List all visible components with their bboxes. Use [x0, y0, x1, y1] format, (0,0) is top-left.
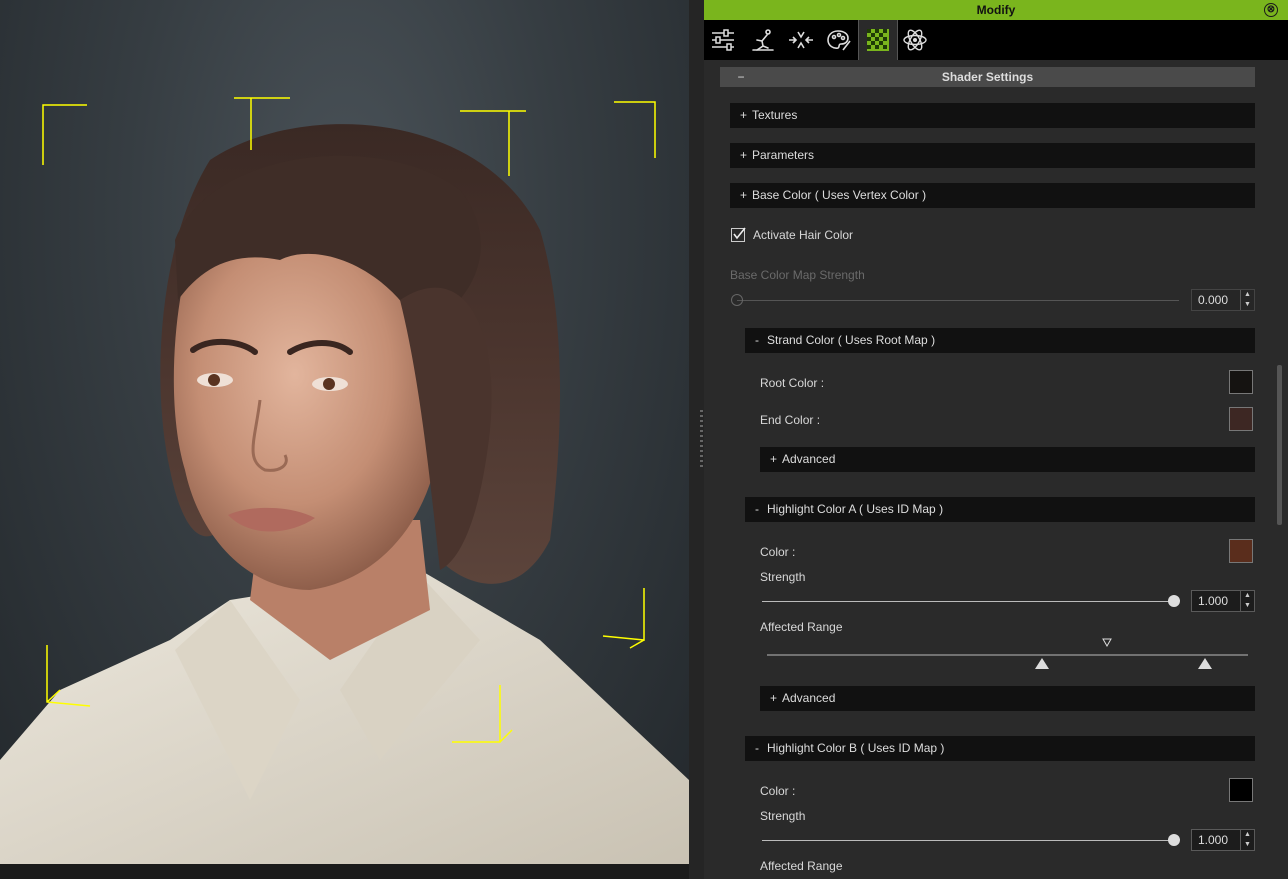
- end-color-swatch[interactable]: [1229, 407, 1253, 431]
- highlight-color-b-section[interactable]: - Highlight Color B ( Uses ID Map ): [745, 736, 1255, 761]
- base-color-section[interactable]: + Base Color ( Uses Vertex Color ): [730, 183, 1255, 208]
- highlight-b-color-swatch[interactable]: [1229, 778, 1253, 802]
- expand-icon: +: [740, 108, 748, 122]
- highlight-b-strength-track[interactable]: [762, 840, 1174, 841]
- strand-color-label: Strand Color ( Uses Root Map ): [767, 333, 936, 347]
- viewport-bottom-bar: [0, 864, 704, 879]
- highlight-b-label: Highlight Color B ( Uses ID Map ): [767, 741, 945, 755]
- base-color-label: Base Color ( Uses Vertex Color ): [752, 188, 927, 202]
- highlight-color-a-section[interactable]: - Highlight Color A ( Uses ID Map ): [745, 497, 1255, 522]
- base-color-map-strength-knob[interactable]: [731, 294, 743, 306]
- strand-advanced-section[interactable]: + Advanced: [760, 447, 1255, 472]
- highlight-a-color-label: Color :: [760, 545, 796, 559]
- range-midpoint-handle: [1102, 638, 1112, 648]
- highlight-a-label: Highlight Color A ( Uses ID Map ): [767, 502, 944, 516]
- shader-settings-title: Shader Settings: [941, 70, 1034, 84]
- expand-icon: +: [770, 452, 778, 466]
- physics-atom-icon[interactable]: [896, 20, 934, 60]
- highlight-b-color-label: Color :: [760, 784, 796, 798]
- highlight-a-strength-track[interactable]: [762, 601, 1174, 602]
- range-min-handle: [1035, 658, 1049, 669]
- parameters-section[interactable]: + Parameters: [730, 143, 1255, 168]
- highlight-b-strength-field[interactable]: 1.000 ▲ ▼: [1191, 829, 1255, 851]
- root-color-swatch[interactable]: [1229, 370, 1253, 394]
- expand-icon: +: [740, 148, 748, 162]
- strand-color-section[interactable]: - Strand Color ( Uses Root Map ): [745, 328, 1255, 353]
- range-max-handle: [1198, 658, 1212, 669]
- root-color-label: Root Color :: [760, 376, 825, 390]
- spin-arrows-icon[interactable]: ▲ ▼: [1240, 290, 1254, 310]
- panel-scrollbar[interactable]: [1277, 365, 1282, 525]
- textures-section[interactable]: + Textures: [730, 103, 1255, 128]
- expand-icon: +: [740, 188, 748, 202]
- end-color-label: End Color :: [760, 413, 821, 427]
- panel-content: − Shader Settings + Textures + Parameters …: [704, 60, 1288, 879]
- modify-panel: Modify ⊗ − Shader Settings + Textures + …: [704, 0, 1288, 879]
- textures-label: Textures: [752, 108, 798, 122]
- activate-hair-color-label: Activate Hair Color: [753, 228, 854, 242]
- base-color-map-strength-value: 0.000: [1198, 293, 1229, 307]
- splitter-grip[interactable]: [700, 410, 703, 470]
- sliders-icon[interactable]: [704, 20, 742, 60]
- collapse-icon: -: [755, 333, 759, 347]
- base-color-map-strength-track[interactable]: [737, 300, 1179, 301]
- highlight-b-strength-knob[interactable]: [1168, 834, 1180, 846]
- highlight-a-strength-label: Strength: [760, 570, 806, 584]
- spin-arrows-icon[interactable]: ▲ ▼: [1240, 591, 1254, 611]
- expand-icon: +: [770, 691, 778, 705]
- panel-title-text: Modify: [976, 3, 1016, 17]
- highlight-b-affected-range-label: Affected Range: [760, 859, 843, 873]
- parameters-label: Parameters: [752, 148, 815, 162]
- activate-hair-color-checkbox[interactable]: [731, 227, 746, 242]
- base-color-map-strength-field[interactable]: 0.000 ▲ ▼: [1191, 289, 1255, 311]
- highlight-a-strength-field[interactable]: 1.000 ▲ ▼: [1191, 590, 1255, 612]
- highlight-a-advanced-section[interactable]: + Advanced: [760, 686, 1255, 711]
- 3d-viewport[interactable]: [0, 0, 689, 864]
- shader-settings-header[interactable]: − Shader Settings: [720, 67, 1255, 87]
- highlight-a-color-swatch[interactable]: [1229, 539, 1253, 563]
- highlight-a-strength-value: 1.000: [1198, 594, 1229, 608]
- collapse-icon: -: [755, 741, 759, 755]
- material-checker-icon[interactable]: [858, 20, 898, 60]
- highlight-a-strength-knob[interactable]: [1168, 595, 1180, 607]
- highlight-a-range-slider[interactable]: [764, 636, 1254, 670]
- pose-icon[interactable]: [744, 20, 782, 60]
- morph-icon[interactable]: [782, 20, 820, 60]
- character-render: [0, 97, 689, 864]
- close-icon[interactable]: ⊗: [1264, 3, 1278, 17]
- panel-title: Modify ⊗: [704, 0, 1288, 20]
- palette-icon[interactable]: [820, 20, 858, 60]
- collapse-icon: -: [755, 502, 759, 516]
- collapse-icon: −: [737, 70, 745, 84]
- advanced-label: Advanced: [782, 691, 836, 705]
- advanced-label: Advanced: [782, 452, 836, 466]
- highlight-b-strength-label: Strength: [760, 809, 806, 823]
- modify-toolbar: [704, 20, 1288, 60]
- spin-arrows-icon[interactable]: ▲ ▼: [1240, 830, 1254, 850]
- base-color-map-strength-label: Base Color Map Strength: [730, 268, 865, 282]
- highlight-b-strength-value: 1.000: [1198, 833, 1229, 847]
- highlight-a-affected-range-label: Affected Range: [760, 620, 843, 634]
